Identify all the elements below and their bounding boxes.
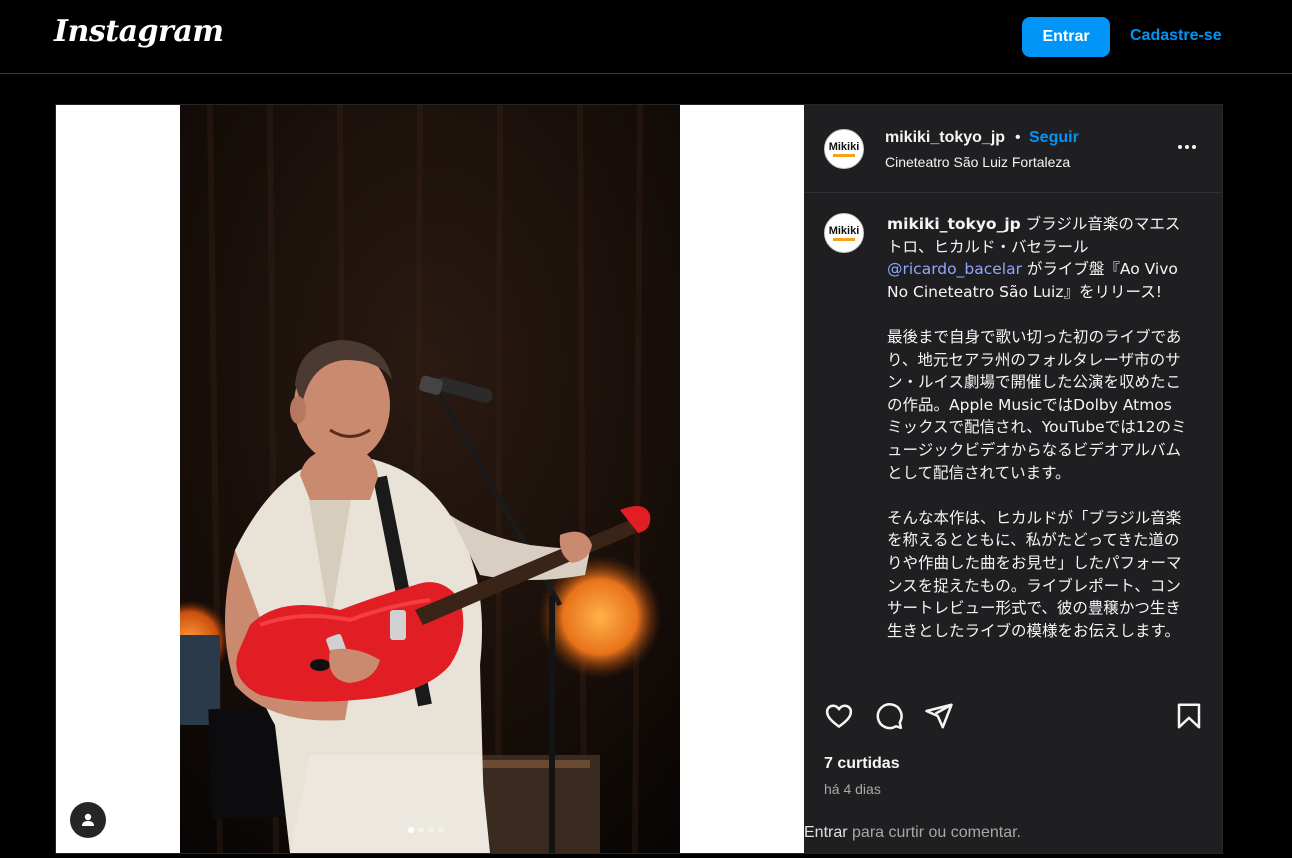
caption-username[interactable]: mikiki_tokyo_jp	[887, 215, 1021, 233]
user-tag-icon	[82, 813, 94, 826]
post-container: Mikiki mikiki_tokyo_jp • Seguir Cineteat…	[55, 104, 1223, 854]
post-side-panel: Mikiki mikiki_tokyo_jp • Seguir Cineteat…	[804, 105, 1222, 853]
next-slide-button[interactable]	[761, 465, 791, 495]
likes-count[interactable]: 7 curtidas	[824, 755, 900, 773]
share-icon	[925, 703, 953, 729]
bookmark-icon	[1177, 703, 1201, 729]
like-button[interactable]	[824, 701, 854, 731]
post-timestamp[interactable]: há 4 dias	[824, 781, 881, 797]
carousel-dot	[438, 827, 444, 833]
avatar-accent-bar	[833, 237, 855, 241]
login-link[interactable]: Entrar	[804, 824, 848, 841]
post-actions	[804, 701, 1222, 737]
caption-paragraph: 最後まで自身で歌い切った初のライブであり、地元セアラ州のフォルタレーザ市のサン・…	[887, 327, 1187, 482]
post-location[interactable]: Cineteatro São Luiz Fortaleza	[885, 154, 1070, 170]
login-prompt: Entrar para curtir ou comentar.	[804, 824, 1021, 842]
post-caption: mikiki_tokyo_jp ブラジル音楽のマエストロ、ヒカルド・バセラール …	[887, 213, 1187, 665]
post-author-username[interactable]: mikiki_tokyo_jp	[885, 129, 1005, 147]
chevron-right-icon	[773, 475, 779, 485]
avatar-accent-bar	[833, 153, 855, 157]
top-navigation-bar: Instagram Entrar Cadastre-se	[0, 0, 1292, 74]
carousel-dot	[408, 827, 414, 833]
post-header: Mikiki mikiki_tokyo_jp • Seguir Cineteat…	[804, 105, 1222, 193]
post-photo[interactable]	[180, 105, 680, 853]
avatar-text: Mikiki	[828, 224, 860, 237]
comment-button[interactable]	[874, 701, 904, 731]
avatar-text: Mikiki	[828, 140, 860, 153]
instagram-logo[interactable]: Instagram	[54, 14, 224, 49]
post-media	[56, 105, 804, 853]
separator-dot: •	[1015, 129, 1021, 146]
login-prompt-text: para curtir ou comentar.	[847, 824, 1021, 841]
caption-area[interactable]: Mikiki mikiki_tokyo_jp ブラジル音楽のマエストロ、ヒカルド…	[804, 193, 1222, 685]
caption-mention[interactable]: @ricardo_bacelar	[887, 260, 1022, 278]
avatar[interactable]: Mikiki	[824, 129, 864, 169]
concert-photo-illustration	[180, 105, 680, 853]
heart-icon	[825, 704, 853, 728]
carousel-dot	[428, 827, 434, 833]
follow-button[interactable]: Seguir	[1029, 129, 1079, 147]
caption-avatar[interactable]: Mikiki	[824, 213, 864, 253]
tagged-users-button[interactable]	[70, 802, 106, 838]
signup-link[interactable]: Cadastre-se	[1130, 27, 1222, 45]
more-options-icon[interactable]	[1174, 141, 1200, 153]
share-button[interactable]	[924, 701, 954, 731]
login-button[interactable]: Entrar	[1022, 17, 1110, 57]
carousel-dot	[418, 827, 424, 833]
carousel-indicator	[408, 827, 444, 833]
caption-paragraph: mikiki_tokyo_jp ブラジル音楽のマエストロ、ヒカルド・バセラール …	[887, 213, 1187, 303]
caption-paragraph: そんな本作は、ヒカルドが「ブラジル音楽を称えるとともに、私がたどってきた道のりや…	[887, 508, 1182, 640]
save-button[interactable]	[1174, 701, 1204, 731]
comment-icon	[876, 703, 903, 730]
